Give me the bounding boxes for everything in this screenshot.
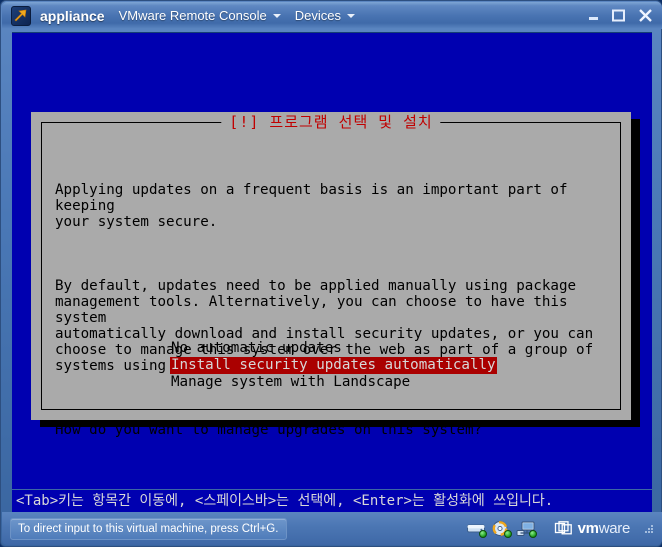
option-no-automatic-updates[interactable]: No automatic updates [170,340,497,357]
minimize-icon[interactable] [587,9,600,22]
close-icon[interactable] [637,7,654,24]
window-controls [587,7,654,24]
resize-grip-icon[interactable] [642,522,655,535]
titlebar: appliance VMware Remote Console Devices [2,2,662,29]
dialog-paragraph-1: Applying updates on a frequent basis is … [55,182,568,230]
device-status-icons [466,520,537,538]
dialog-title: [!] 프로그램 선택 및 설치 [221,114,441,130]
dialog-body-text: Applying updates on a frequent basis is … [55,150,613,470]
cd-dvd-icon[interactable] [491,520,512,538]
menu-vmware-remote-console-label: VMware Remote Console [118,8,267,23]
vmware-remote-console-window: appliance VMware Remote Console Devices [0,0,662,547]
keyboard-help-line: <Tab>키는 항목간 이동에, <스페이스바>는 선택에, <Enter>는 … [12,490,652,512]
connected-indicator [503,530,512,538]
statusbar: To direct input to this virtual machine,… [2,512,662,545]
option-manage-system-with-landscape[interactable]: Manage system with Landscape [170,374,497,391]
upgrade-options-list: No automatic updates Install security up… [170,340,497,391]
status-message: To direct input to this virtual machine,… [10,517,288,540]
hard-disk-icon[interactable] [466,520,487,538]
vmware-wordmark-light: ware [598,520,631,537]
connected-indicator [478,530,487,538]
dialog-paragraph-3: How do you want to manage upgrades on th… [55,422,483,438]
vmware-wordmark-bold: vm [577,520,599,537]
vmware-logo-icon [554,521,572,535]
connected-indicator [528,530,537,538]
chevron-down-icon [272,13,281,18]
vmware-appliance-icon [11,5,31,26]
appliance-arrow-glyph [14,9,27,21]
vmware-brand: vmware [554,519,630,538]
network-adapter-icon[interactable] [516,520,537,538]
window-title: appliance [40,7,105,24]
vmware-wordmark: vmware [577,520,631,537]
virtual-machine-screen[interactable]: [!] 프로그램 선택 및 설치 Applying updates on a f… [12,32,652,489]
menu-devices[interactable]: Devices [295,8,355,23]
installer-dialog: [!] 프로그램 선택 및 설치 Applying updates on a f… [31,112,631,438]
menu-devices-label: Devices [294,8,341,23]
option-install-security-updates-automatically[interactable]: Install security updates automatically [170,357,497,374]
maximize-icon[interactable] [611,8,626,23]
chevron-down-icon [346,13,355,18]
menu-vmware-remote-console[interactable]: VMware Remote Console [119,8,281,23]
